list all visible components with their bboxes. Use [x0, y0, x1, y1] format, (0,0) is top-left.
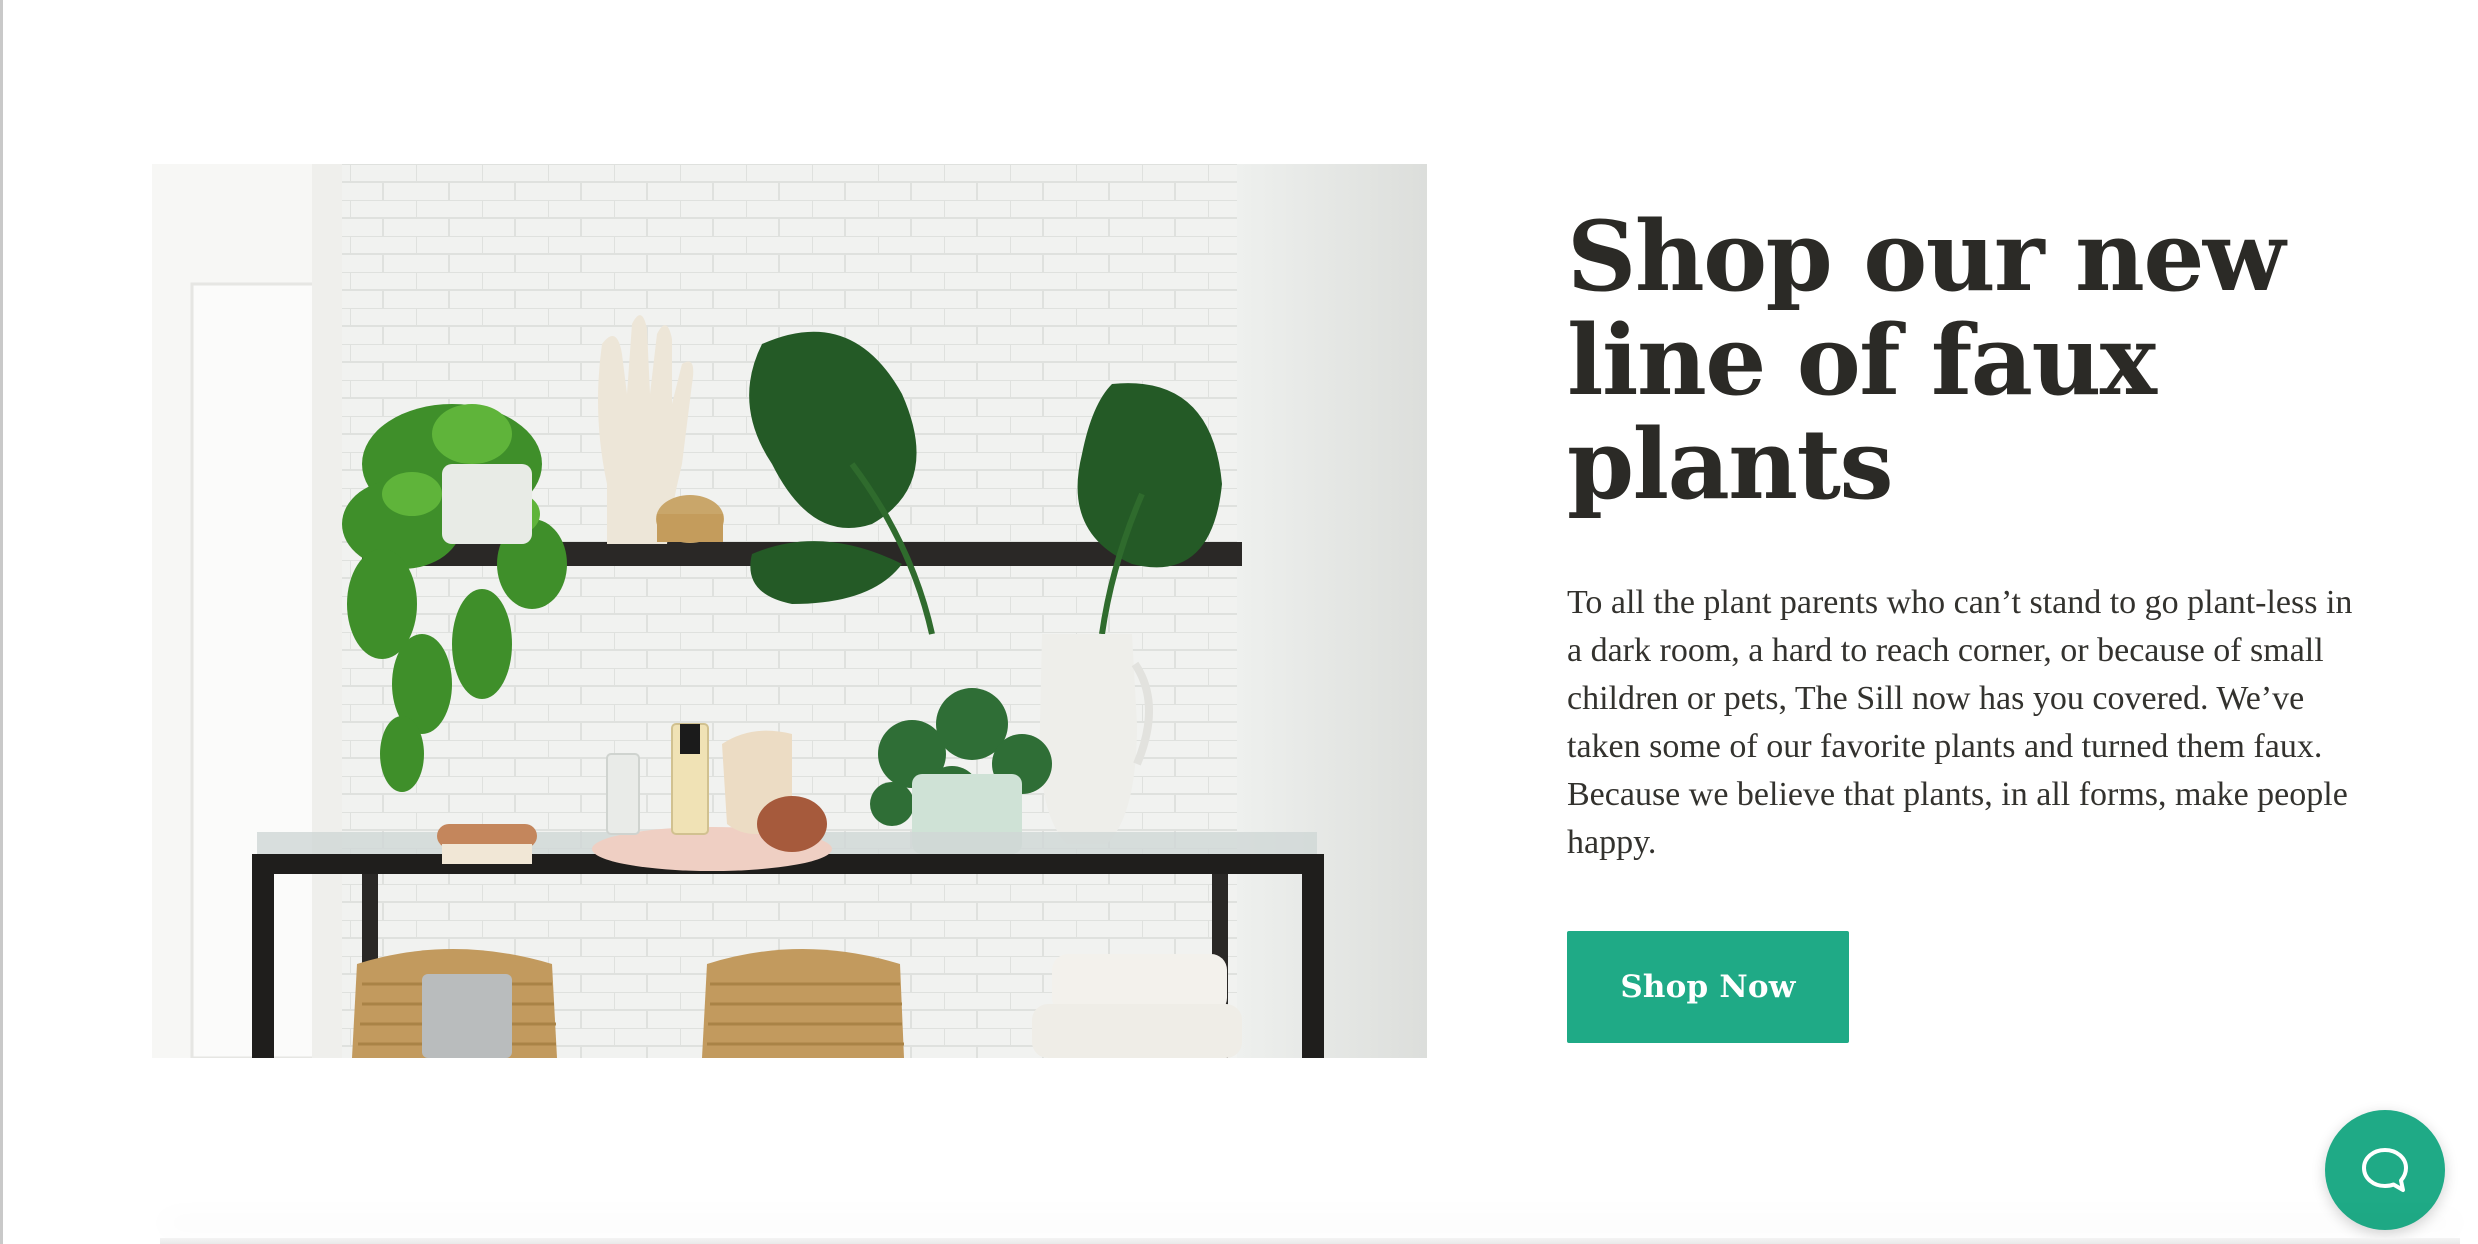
faux-plants-shelf-illustration	[152, 164, 1427, 1058]
hero-headline: Shop our new line of faux plants	[1567, 200, 2286, 521]
hero-body-text: To all the plant parents who can’t stand…	[1567, 584, 2353, 861]
shop-now-button[interactable]: Shop Now	[1567, 931, 1849, 1043]
page-left-edge	[0, 0, 3, 1244]
next-section-edge	[160, 1238, 2460, 1244]
hero-image	[152, 164, 1427, 1058]
chat-launcher-button[interactable]	[2325, 1110, 2445, 1230]
chat-bubble-icon	[2362, 1148, 2408, 1192]
hero-copy: Shop our new line of faux plants To all …	[1567, 205, 2367, 1043]
